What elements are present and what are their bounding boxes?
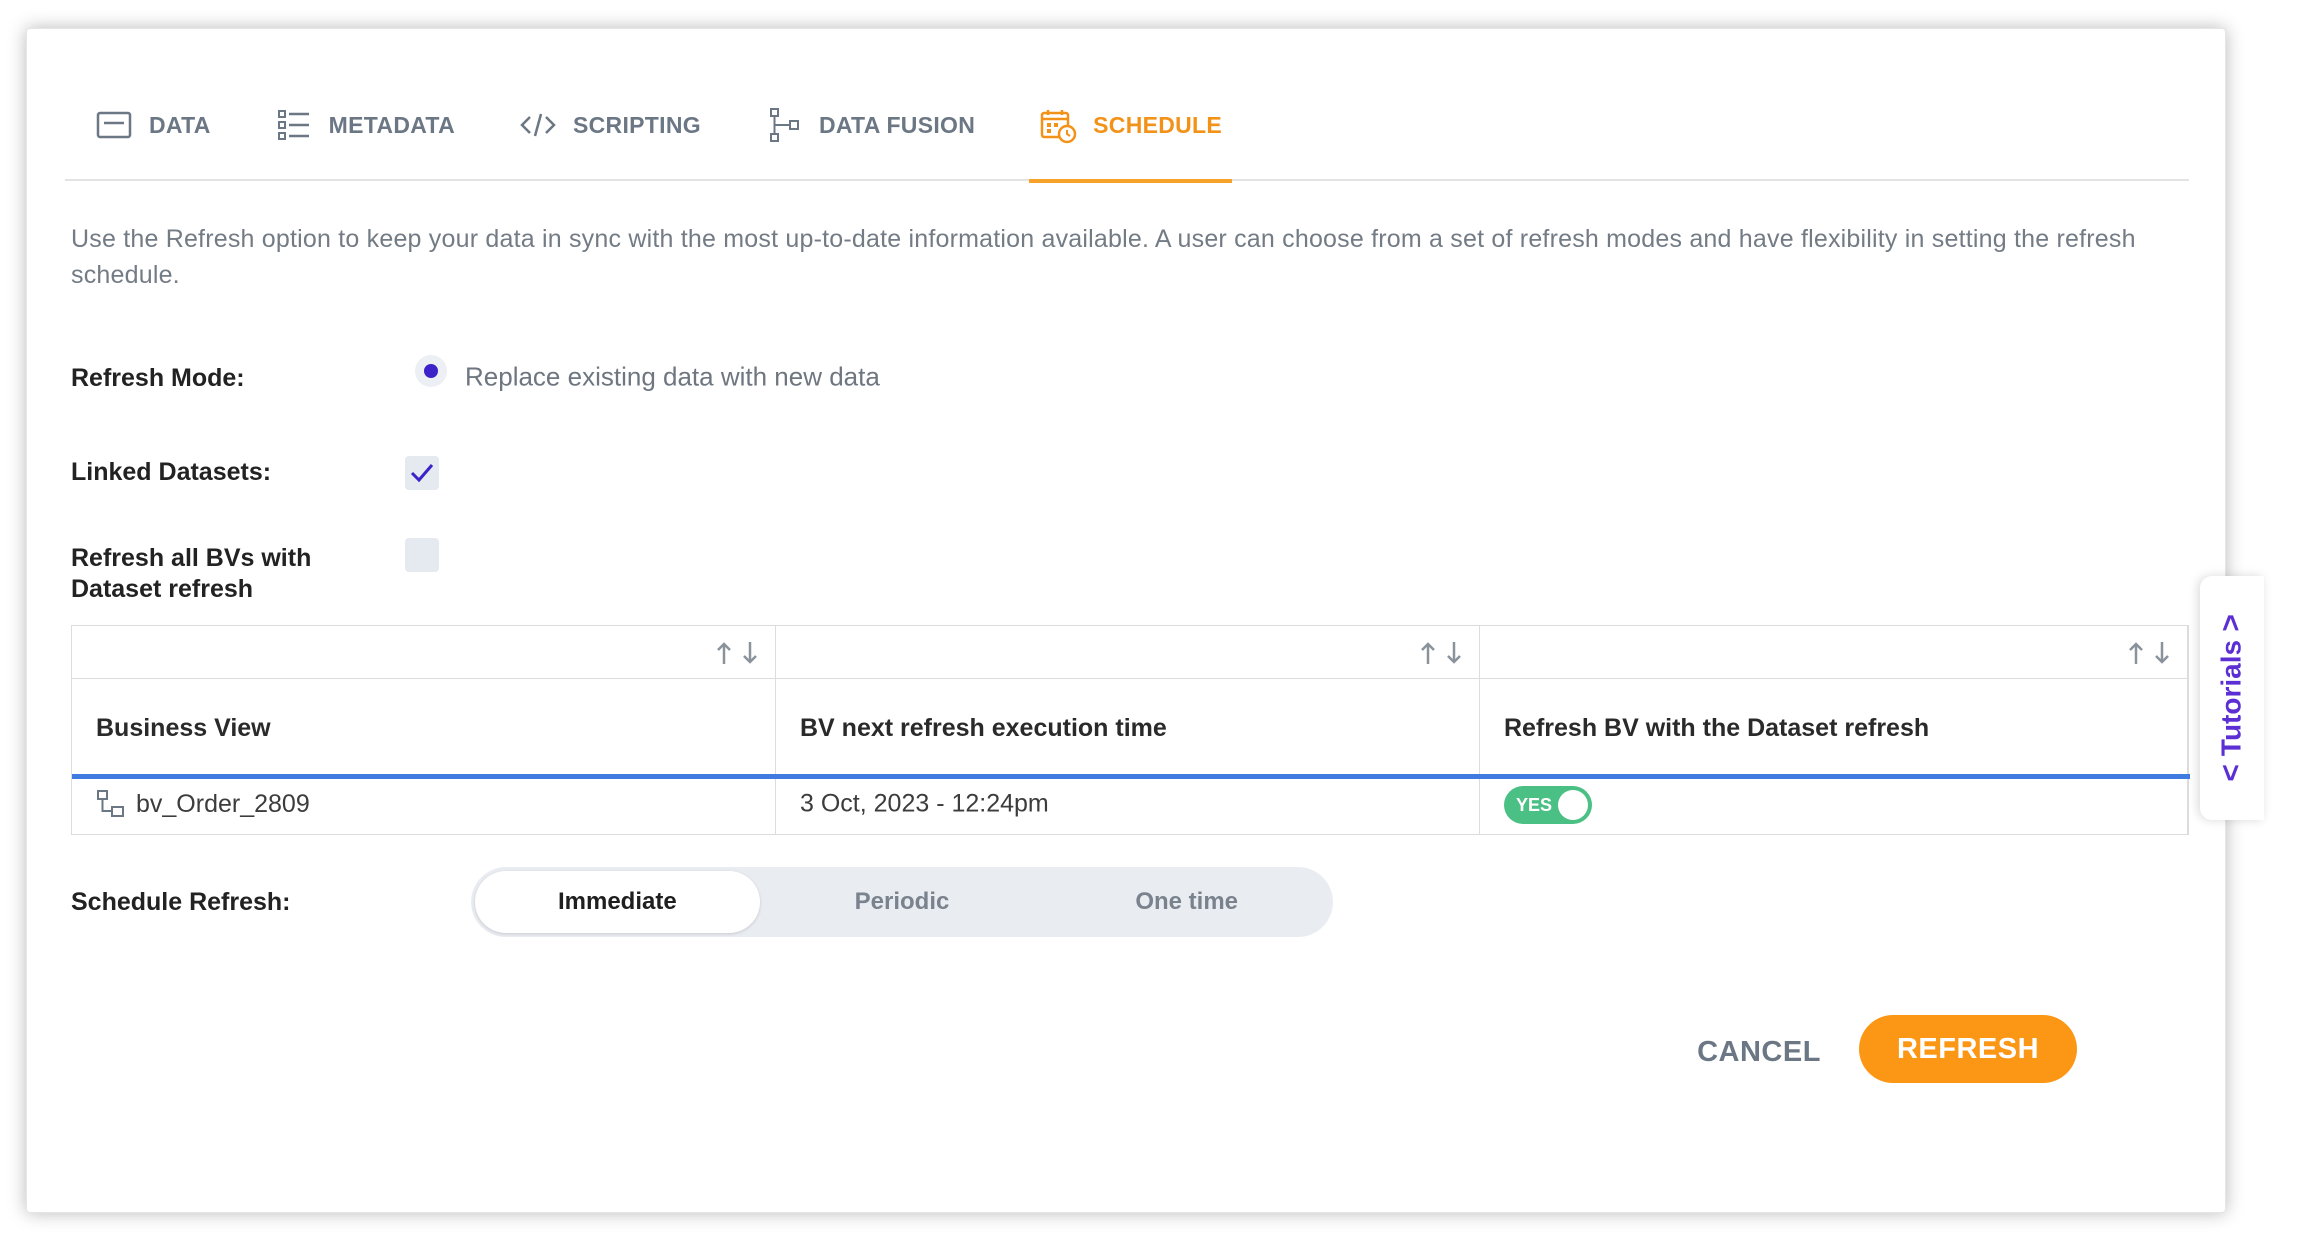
refresh-all-bvs-checkbox[interactable] <box>405 538 439 572</box>
tab-schedule-label: SCHEDULE <box>1093 111 1223 138</box>
business-views-table: Business View bv_Order_2809 BV next refr… <box>71 625 2190 835</box>
schedule-description: Use the Refresh option to keep your data… <box>71 225 2136 289</box>
chevron-left-icon: < <box>2215 764 2248 782</box>
column-next-refresh-time: BV next refresh execution time 3 Oct, 20… <box>776 626 1480 834</box>
sort-control-next-refresh-time[interactable] <box>1419 640 1463 666</box>
tab-bar: DATA METADATA SCRIPTING DATA FUSION SCHE… <box>65 69 2189 183</box>
column-business-view: Business View bv_Order_2809 <box>72 626 776 834</box>
chevron-right-icon: < <box>2215 614 2248 632</box>
refresh-bv-toggle[interactable]: YES <box>1504 786 1592 824</box>
calendar-clock-icon <box>1040 110 1077 144</box>
data-icon <box>96 111 132 139</box>
schedule-option-immediate[interactable]: Immediate <box>475 871 760 933</box>
column-header-next-refresh-time[interactable]: BV next refresh execution time <box>800 714 1167 743</box>
tutorials-label: Tutorials <box>2216 639 2247 757</box>
arrow-up-icon <box>1421 642 1435 664</box>
cell-business-view: bv_Order_2809 <box>136 789 310 818</box>
column-refresh-bv: Refresh BV with the Dataset refresh YES <box>1480 626 2188 834</box>
schedule-option-periodic[interactable]: Periodic <box>760 871 1045 933</box>
arrow-up-icon <box>717 642 731 664</box>
table-row[interactable]: bv_Order_2809 <box>96 789 310 819</box>
linked-datasets-checkbox[interactable] <box>405 456 439 490</box>
code-icon <box>520 113 556 137</box>
tab-scripting[interactable]: SCRIPTING <box>487 69 733 181</box>
refresh-button[interactable]: REFRESH <box>1859 1015 2077 1083</box>
schedule-refresh-label: Schedule Refresh: <box>71 888 291 916</box>
tab-data-fusion[interactable]: DATA FUSION <box>733 69 1007 181</box>
schedule-mode-selector: Immediate Periodic One time <box>471 867 1333 937</box>
toggle-label: YES <box>1516 794 1553 815</box>
arrow-up-icon <box>2129 642 2143 664</box>
tab-data-label: DATA <box>149 111 211 138</box>
refresh-all-bvs-label-line1: Refresh all BVs with <box>71 544 312 572</box>
fusion-icon <box>769 108 799 142</box>
tab-scripting-label: SCRIPTING <box>573 111 701 138</box>
cell-next-refresh-time: 3 Oct, 2023 - 12:24pm <box>800 789 1049 818</box>
dataset-settings-dialog: DATA METADATA SCRIPTING DATA FUSION SCHE… <box>26 28 2226 1213</box>
tab-data[interactable]: DATA <box>65 69 243 181</box>
arrow-down-icon <box>2155 642 2169 664</box>
refresh-mode-radio[interactable] <box>415 355 447 387</box>
radio-selected-dot <box>424 364 438 378</box>
refresh-all-bvs-label: Refresh all BVs with Dataset refresh <box>71 543 311 605</box>
tab-metadata-label: METADATA <box>328 111 455 138</box>
tab-schedule[interactable]: SCHEDULE <box>1007 69 1254 183</box>
table-header-underline <box>72 774 2190 779</box>
toggle-knob <box>1558 790 1588 820</box>
business-view-icon <box>97 790 124 817</box>
schedule-option-one-time[interactable]: One time <box>1044 871 1329 933</box>
cancel-button[interactable]: CANCEL <box>1659 1019 1859 1085</box>
sort-control-business-view[interactable] <box>715 640 759 666</box>
column-header-refresh-bv[interactable]: Refresh BV with the Dataset refresh <box>1504 714 1929 743</box>
checkmark-icon <box>410 464 434 483</box>
linked-datasets-label: Linked Datasets: <box>71 458 272 486</box>
tab-metadata[interactable]: METADATA <box>243 69 487 181</box>
tutorials-label-group: < Tutorials < <box>2215 614 2249 781</box>
sort-control-refresh-bv[interactable] <box>2127 640 2171 666</box>
refresh-mode-label: Refresh Mode: <box>71 364 245 392</box>
list-icon <box>277 110 309 140</box>
refresh-mode-option-label[interactable]: Replace existing data with new data <box>465 362 880 393</box>
refresh-all-bvs-label-line2: Dataset refresh <box>71 575 254 603</box>
tutorials-side-tab[interactable]: < Tutorials < <box>2200 576 2264 820</box>
tab-data-fusion-label: DATA FUSION <box>818 111 976 138</box>
arrow-down-icon <box>743 642 757 664</box>
column-header-business-view[interactable]: Business View <box>96 714 271 743</box>
arrow-down-icon <box>1447 642 1461 664</box>
